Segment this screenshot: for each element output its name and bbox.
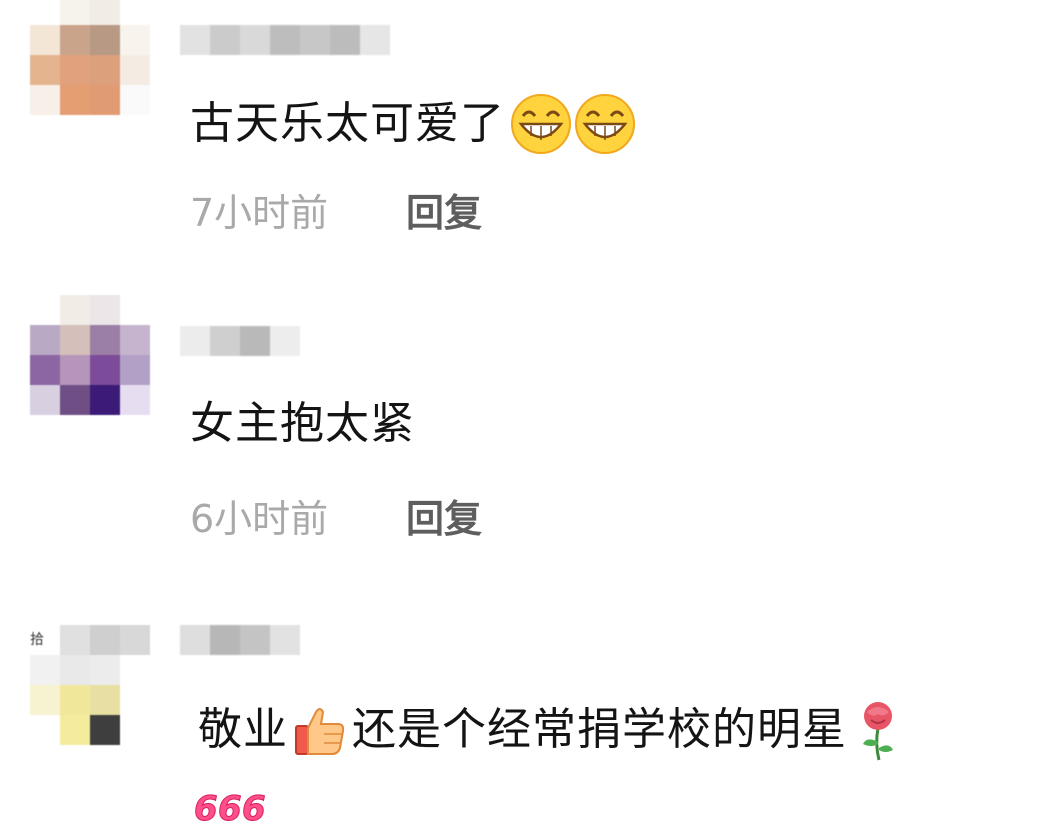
svg-text:6: 6 <box>194 789 218 829</box>
grinning-face-icon <box>511 94 571 154</box>
comment-time: 7小时前 <box>190 191 329 235</box>
comment-text-before: 敬业 <box>198 704 288 755</box>
comment-extra-emoji: 6 6 6 <box>192 780 268 830</box>
avatar[interactable] <box>30 295 150 415</box>
comment-time: 6小时前 <box>190 497 329 541</box>
comment-meta: 7小时前 回复 <box>190 190 482 236</box>
username-blurred[interactable] <box>180 326 300 356</box>
svg-text:6: 6 <box>242 789 266 829</box>
avatar[interactable]: 拾 <box>30 625 150 745</box>
comment-meta: 6小时前 回复 <box>190 496 482 542</box>
grinning-face-icon <box>575 94 635 154</box>
comment-text-body: 古天乐太可爱了 <box>190 98 505 149</box>
svg-text:6: 6 <box>218 789 242 829</box>
avatar-fragment: 拾 <box>30 625 60 655</box>
comment-item: 古天乐太可爱了 7小时前 回复 <box>0 0 1044 290</box>
username-blurred[interactable] <box>180 625 300 655</box>
comment-text: 古天乐太可爱了 <box>190 92 637 156</box>
avatar[interactable] <box>30 0 150 115</box>
comment-text: 女主抱太紧 <box>190 396 415 452</box>
username-blurred[interactable] <box>180 25 390 55</box>
reply-button[interactable]: 回复 <box>406 190 482 236</box>
666-icon: 6 6 6 <box>194 789 267 830</box>
comment-text-body: 女主抱太紧 <box>190 398 415 449</box>
comment-item: 拾 敬业 还是个经常捐学校的明星 6 6 6 <box>0 600 1044 838</box>
thumbs-up-icon <box>295 708 345 755</box>
rose-icon <box>863 702 893 761</box>
reply-button[interactable]: 回复 <box>406 496 482 542</box>
comment-item: 女主抱太紧 6小时前 回复 <box>0 290 1044 600</box>
comment-text-after: 还是个经常捐学校的明星 <box>352 704 847 755</box>
comment-text: 敬业 还是个经常捐学校的明星 <box>198 698 903 762</box>
